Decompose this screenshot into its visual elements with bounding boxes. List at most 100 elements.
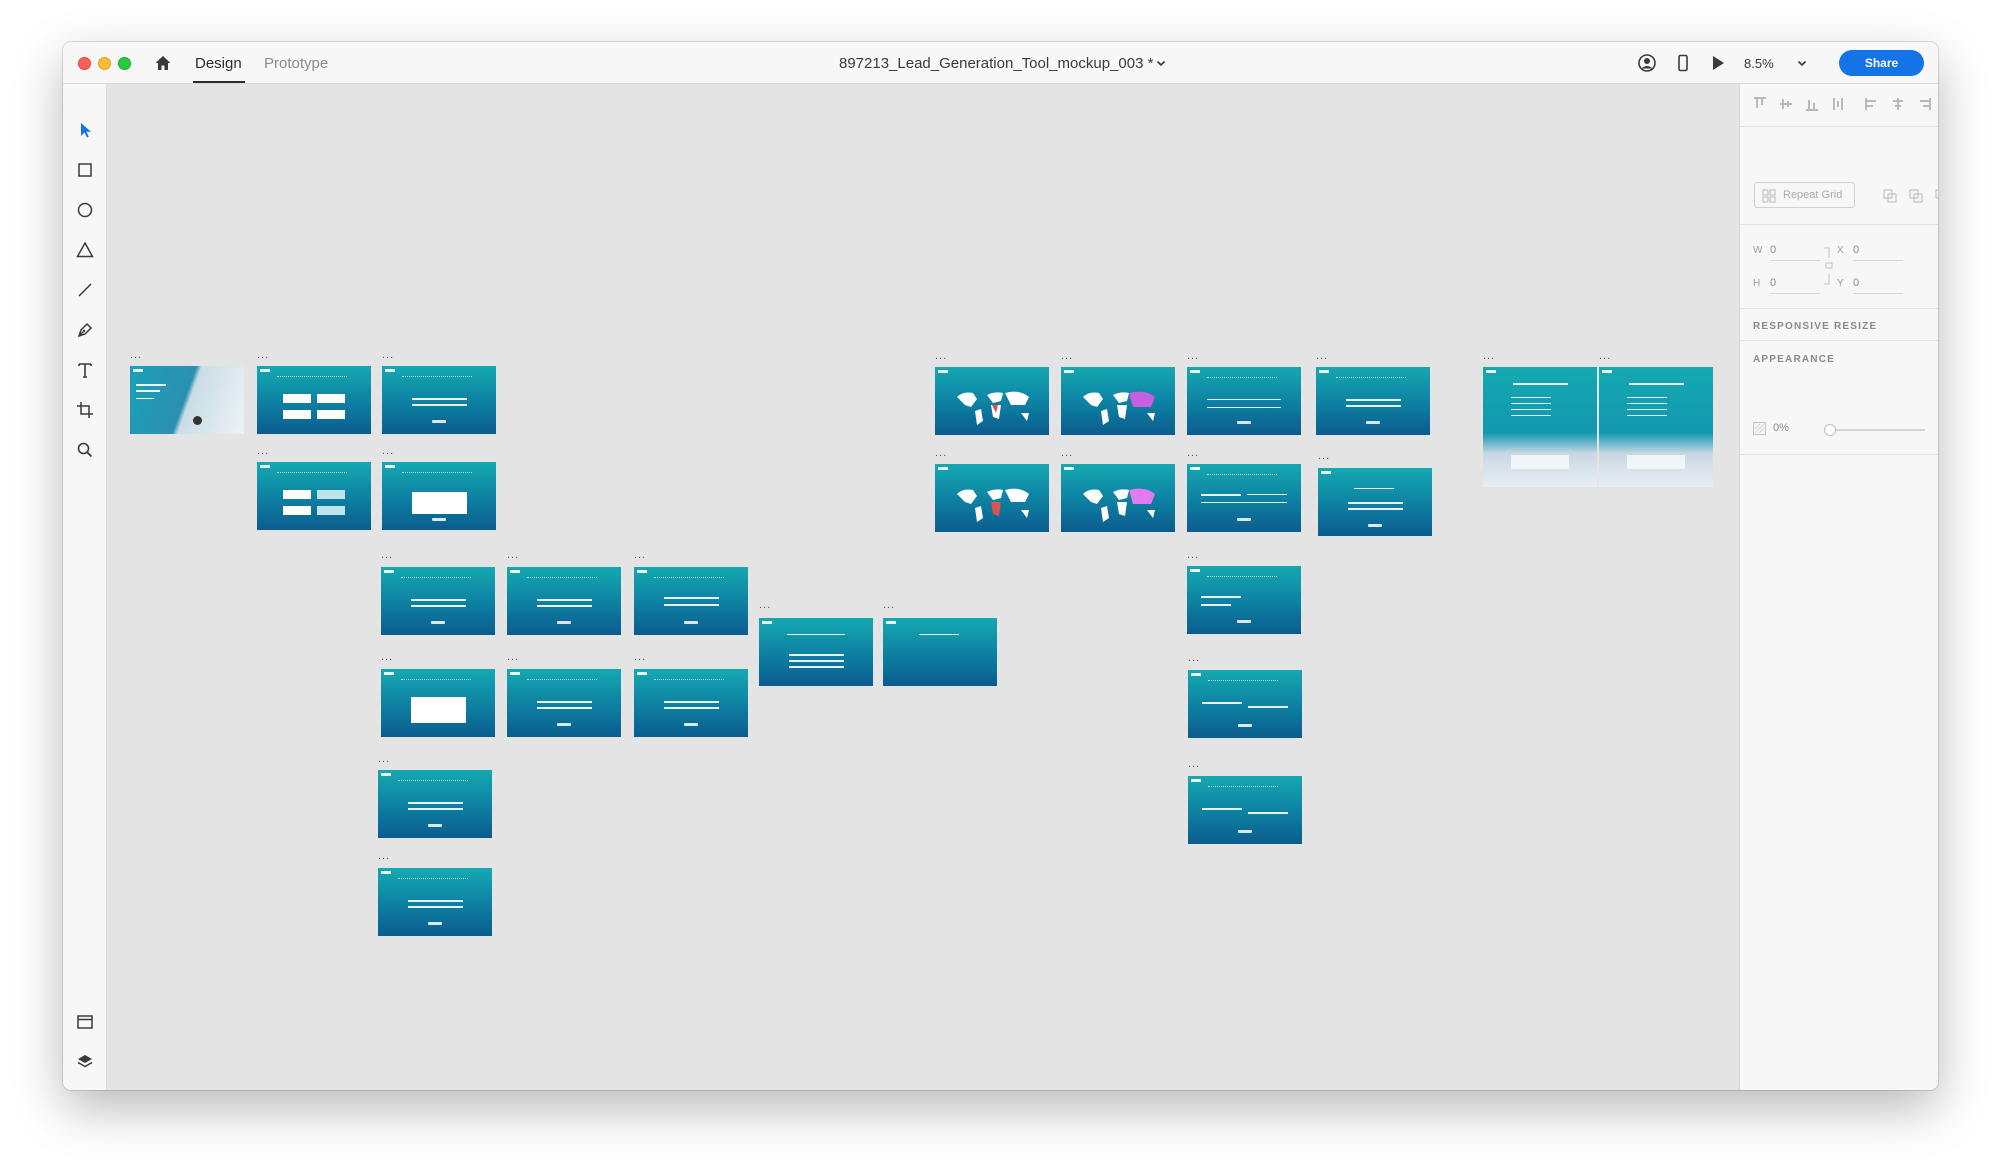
artboard-landing-2[interactable] [1599,367,1713,487]
tab-prototype[interactable]: Prototype [264,55,328,72]
artboard-form-5[interactable] [634,567,748,635]
artboard-form-2[interactable] [382,462,496,530]
artboard-label[interactable]: ... [935,351,947,362]
artboard-label[interactable]: ... [1599,351,1611,362]
artboard-label[interactable]: ... [257,350,269,361]
share-button[interactable]: Share [1839,50,1924,76]
artboard-label[interactable]: ... [1316,351,1328,362]
artboard-summary-1[interactable] [1316,367,1430,435]
boolean-subtract-icon[interactable] [1908,188,1924,204]
artboard-form-3[interactable] [381,567,495,635]
pen-tool-icon[interactable] [75,320,95,340]
ellipse-tool-icon[interactable] [75,200,95,220]
select-arrow-icon[interactable] [75,120,95,140]
zoom-tool-icon[interactable] [75,440,95,460]
boolean-intersect-icon[interactable] [1934,188,1938,204]
artboard-label[interactable]: ... [1061,351,1073,362]
boolean-add-icon[interactable] [1882,188,1898,204]
artboard-form-1[interactable] [382,366,496,434]
close-window-button[interactable] [78,57,91,70]
zoom-window-button[interactable] [118,57,131,70]
artboard-form-4[interactable] [507,567,621,635]
opacity-value[interactable]: 0% [1773,422,1789,434]
align-bottom-icon[interactable] [1804,96,1820,112]
artboard-summary-2[interactable] [1318,468,1432,536]
mobile-preview-icon[interactable] [1673,53,1693,73]
artboard-label[interactable]: ... [935,448,947,459]
home-icon[interactable] [154,54,172,72]
width-input[interactable]: 0 [1770,244,1776,256]
play-icon[interactable] [1708,53,1728,73]
artboard-label[interactable]: ... [1483,351,1495,362]
artboard-map-1[interactable] [935,367,1049,435]
line-tool-icon[interactable] [75,280,95,300]
artboard-tool-icon[interactable] [75,400,95,420]
artboard-form-9[interactable] [378,770,492,838]
artboard-select-4[interactable] [1188,670,1302,738]
artboard-label[interactable]: ... [634,652,646,663]
artboard-form-8[interactable] [634,669,748,737]
rectangle-tool-icon[interactable] [75,160,95,180]
distribute-vertical-icon[interactable] [1830,96,1846,112]
document-title[interactable]: 897213_Lead_Generation_Tool_mockup_003 * [839,55,1153,72]
align-right-icon[interactable] [1916,96,1932,112]
artboard-label[interactable]: ... [759,600,771,611]
artboard-form-6[interactable] [381,669,495,737]
align-middle-icon[interactable] [1778,96,1794,112]
artboard-label[interactable]: ... [507,550,519,561]
repeat-grid-button[interactable]: Repeat Grid [1754,182,1855,208]
minimize-window-button[interactable] [98,57,111,70]
artboard-label[interactable]: ... [381,652,393,663]
artboard-landing-1[interactable] [1483,367,1597,487]
text-tool-icon[interactable] [75,360,95,380]
artboard-form-10[interactable] [378,868,492,936]
artboard-map-3[interactable] [935,464,1049,532]
lock-aspect-icon[interactable] [1823,246,1833,286]
align-top-icon[interactable] [1752,96,1768,112]
artboard-select-3[interactable] [1187,566,1301,634]
artboard-select-1[interactable] [1187,367,1301,435]
y-input[interactable]: 0 [1853,277,1859,289]
height-input[interactable]: 0 [1770,277,1776,289]
artboard-label[interactable]: ... [1318,451,1330,462]
artboard-label[interactable]: ... [1187,448,1199,459]
artboard-label[interactable]: ... [381,550,393,561]
artboard-label[interactable]: ... [1188,653,1200,664]
opacity-slider-knob[interactable] [1824,424,1836,436]
artboard-label[interactable]: ... [378,754,390,765]
zoom-chevron-down-icon[interactable] [1796,57,1808,69]
artboard-select-2[interactable] [1187,464,1301,532]
artboard-label[interactable]: ... [507,652,519,663]
artboard-label[interactable]: ... [1187,550,1199,561]
artboard-label[interactable]: ... [130,350,142,361]
zoom-level[interactable]: 8.5% [1744,56,1774,71]
artboard-label[interactable]: ... [382,446,394,457]
artboard-select-5[interactable] [1188,776,1302,844]
user-account-icon[interactable] [1637,53,1657,73]
artboard-options-2[interactable] [257,462,371,530]
align-center-icon[interactable] [1890,96,1906,112]
artboard-thank-you[interactable] [759,618,873,686]
opacity-slider-track[interactable] [1827,429,1925,431]
artboard-form-7[interactable] [507,669,621,737]
artboard-label[interactable]: ... [1187,351,1199,362]
artboard-label[interactable]: ... [883,600,895,611]
design-canvas[interactable]: ... ... ... ... ... ... ... ... ... ... … [107,84,1739,1090]
tab-design[interactable]: Design [195,55,242,72]
artboard-label[interactable]: ... [1188,759,1200,770]
artboard-options-1[interactable] [257,366,371,434]
polygon-tool-icon[interactable] [75,240,95,260]
artboard-hero[interactable] [130,366,244,434]
align-left-icon[interactable] [1864,96,1880,112]
artboard-label[interactable]: ... [257,446,269,457]
artboard-final[interactable] [883,618,997,686]
chevron-down-icon[interactable] [1155,57,1167,69]
x-input[interactable]: 0 [1853,244,1859,256]
artboard-label[interactable]: ... [1061,448,1073,459]
artboard-label[interactable]: ... [378,851,390,862]
artboard-map-2[interactable] [1061,367,1175,435]
artboard-label[interactable]: ... [634,550,646,561]
artboard-map-4[interactable] [1061,464,1175,532]
assets-panel-icon[interactable] [75,1012,95,1032]
artboard-label[interactable]: ... [382,350,394,361]
